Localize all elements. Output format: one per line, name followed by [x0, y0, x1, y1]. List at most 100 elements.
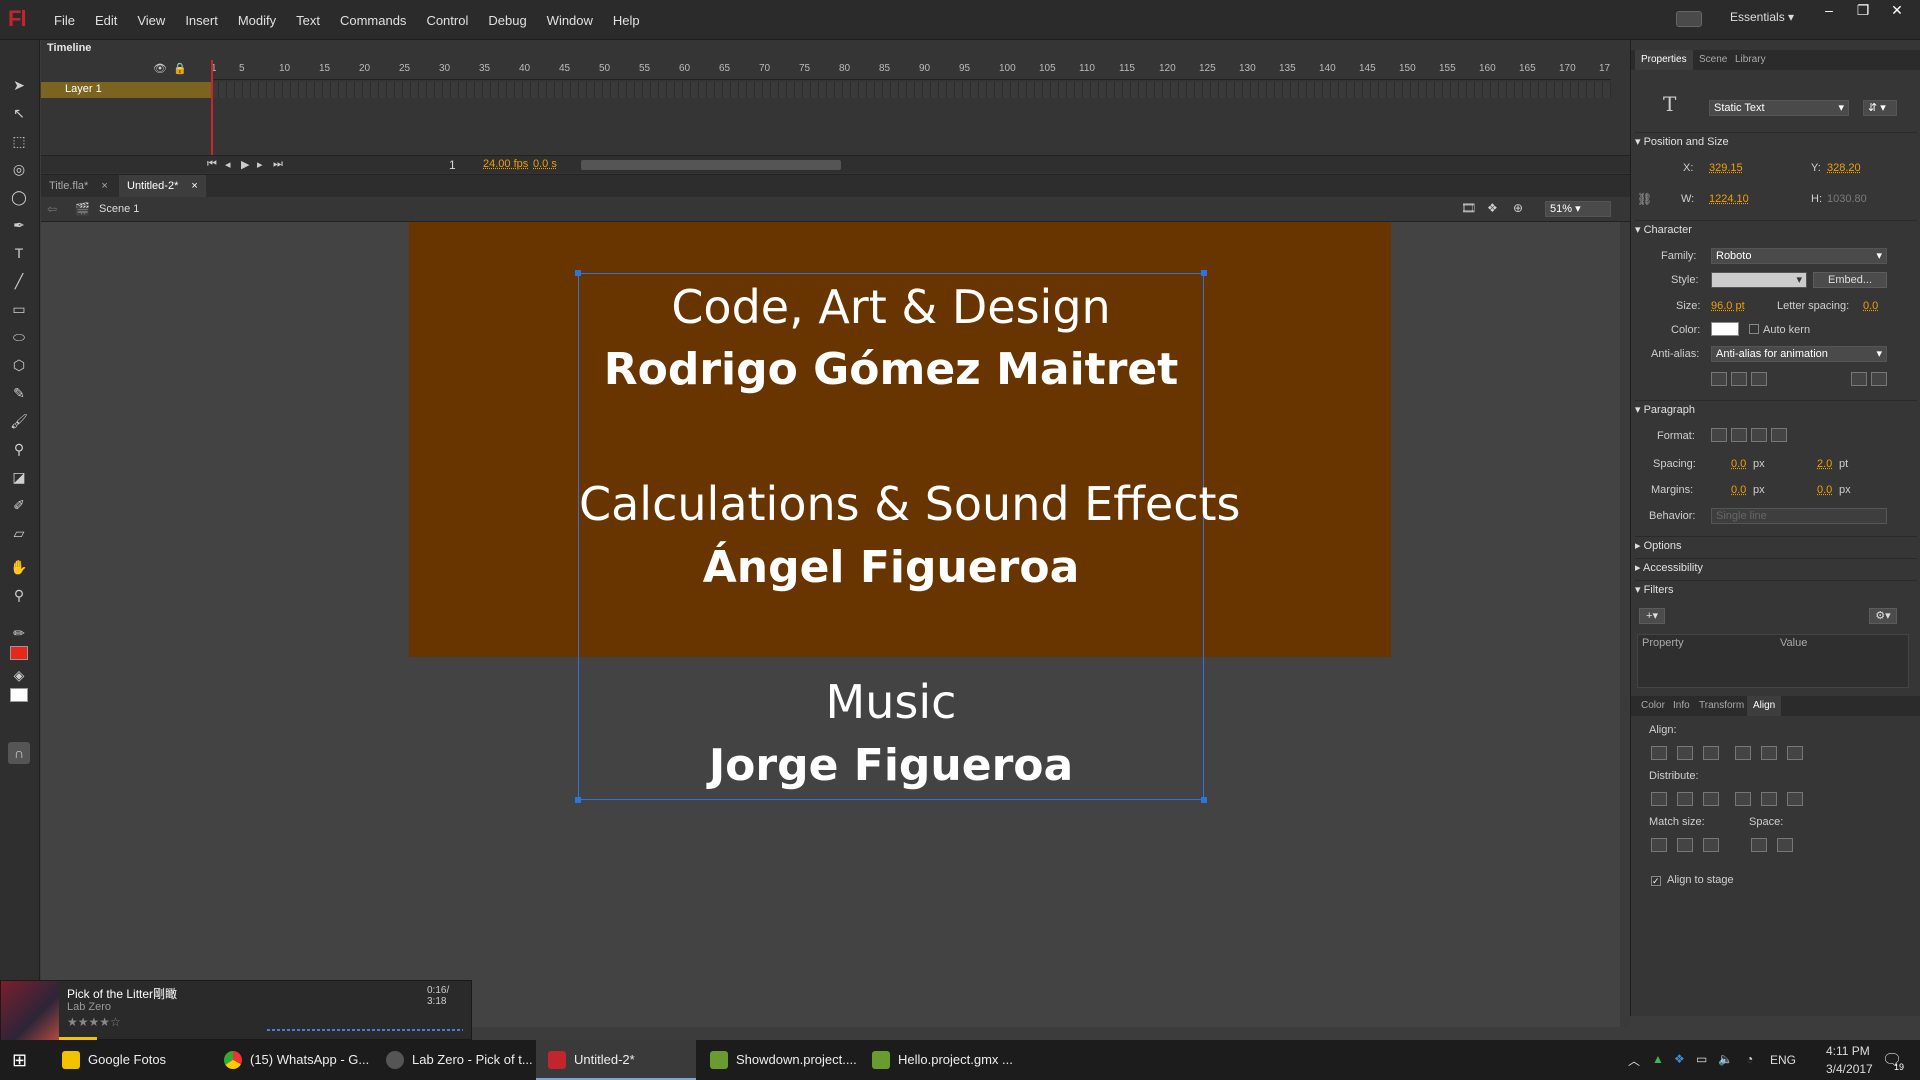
- distribute-left-icon[interactable]: [1735, 792, 1751, 806]
- task-showdown[interactable]: Showdown.project....: [698, 1040, 858, 1080]
- text-orientation-select[interactable]: ⇵ ▾: [1863, 100, 1897, 116]
- rating-stars[interactable]: ★★★★☆: [67, 1015, 121, 1029]
- resize-handle[interactable]: [1201, 797, 1207, 803]
- free-transform-icon[interactable]: ⬚: [8, 130, 30, 152]
- distribute-top-icon[interactable]: [1651, 792, 1667, 806]
- rewind-icon[interactable]: ⏮: [207, 158, 217, 171]
- scene-label[interactable]: Scene 1: [99, 203, 139, 215]
- layer-row[interactable]: Layer 1: [41, 82, 211, 98]
- bone-tool-icon[interactable]: ⚲: [8, 438, 30, 460]
- end-icon[interactable]: ⏭: [273, 158, 283, 171]
- zoom-select[interactable]: 51% ▾: [1545, 201, 1611, 217]
- size-value[interactable]: 96.0 pt: [1711, 300, 1745, 312]
- align-center-icon[interactable]: [1731, 428, 1747, 442]
- menu-file[interactable]: File: [44, 13, 85, 28]
- task-hello[interactable]: Hello.project.gmx ...: [860, 1040, 1020, 1080]
- tab-properties[interactable]: Properties: [1635, 50, 1693, 70]
- match-both-icon[interactable]: [1703, 838, 1719, 852]
- center-stage-icon[interactable]: ⊕: [1513, 201, 1523, 215]
- windows-start-icon[interactable]: ⊞: [12, 1050, 27, 1071]
- timeline-hscroll[interactable]: [581, 160, 841, 170]
- eye-icon[interactable]: 👁: [153, 62, 167, 75]
- menu-debug[interactable]: Debug: [478, 13, 536, 28]
- menu-help[interactable]: Help: [603, 13, 650, 28]
- align-right-icon[interactable]: [1751, 428, 1767, 442]
- stroke-color-icon[interactable]: ✏: [8, 622, 30, 644]
- distribute-bottom-icon[interactable]: [1703, 792, 1719, 806]
- snap-magnet-icon[interactable]: ∩: [8, 742, 30, 764]
- menu-insert[interactable]: Insert: [175, 13, 228, 28]
- letter-spacing-value[interactable]: 0.0: [1863, 300, 1878, 312]
- oval-tool-icon[interactable]: ⬭: [8, 326, 30, 348]
- track-progress-bar[interactable]: [267, 1029, 463, 1031]
- render-html-icon[interactable]: [1731, 372, 1747, 386]
- subselection-tool-icon[interactable]: ↖: [8, 102, 30, 124]
- tab-library[interactable]: Library: [1729, 50, 1772, 70]
- selection-tool-icon[interactable]: ➤: [8, 74, 30, 96]
- resize-handle[interactable]: [575, 797, 581, 803]
- align-left-edge-icon[interactable]: [1651, 746, 1667, 760]
- workspace-switcher[interactable]: Essentials ▾: [1730, 10, 1794, 24]
- align-horizontal-center-icon[interactable]: [1677, 746, 1693, 760]
- timeline-tab[interactable]: Timeline: [47, 42, 91, 54]
- lock-icon[interactable]: 🔒: [173, 62, 187, 75]
- tab-info[interactable]: Info: [1667, 696, 1696, 716]
- input-language[interactable]: ENG: [1770, 1053, 1796, 1067]
- clock-time[interactable]: 4:11 PM: [1826, 1044, 1870, 1058]
- autokern-checkbox[interactable]: [1749, 324, 1759, 334]
- menu-window[interactable]: Window: [537, 13, 603, 28]
- x-value[interactable]: 329.15: [1709, 162, 1743, 174]
- align-top-edge-icon[interactable]: [1735, 746, 1751, 760]
- menu-edit[interactable]: Edit: [85, 13, 127, 28]
- menu-view[interactable]: View: [127, 13, 175, 28]
- selectable-icon[interactable]: [1711, 372, 1727, 386]
- minimize-icon[interactable]: –: [1812, 0, 1846, 22]
- step-forward-icon[interactable]: ▸: [257, 158, 263, 171]
- eyedropper-icon[interactable]: ✐: [8, 494, 30, 516]
- task-whatsapp[interactable]: (15) WhatsApp - G...: [212, 1040, 372, 1080]
- menu-text[interactable]: Text: [286, 13, 330, 28]
- text-type-select[interactable]: Static Text ▾: [1709, 100, 1849, 116]
- resize-handle[interactable]: [1201, 270, 1207, 276]
- doc-tab-untitled[interactable]: Untitled-2* ×: [119, 175, 206, 197]
- stroke-color-swatch[interactable]: [10, 646, 28, 660]
- task-google-fotos[interactable]: Google Fotos: [50, 1040, 210, 1080]
- task-untitled-2[interactable]: Untitled-2*: [536, 1040, 696, 1080]
- section-filters[interactable]: ▾ Filters: [1635, 580, 1917, 598]
- justify-icon[interactable]: [1771, 428, 1787, 442]
- current-frame[interactable]: 1: [449, 158, 456, 172]
- font-family-select[interactable]: Roboto ▾: [1711, 248, 1887, 264]
- link-icon[interactable]: ⛓: [1637, 192, 1652, 206]
- tray-chevron-icon[interactable]: ︿: [1628, 1052, 1640, 1069]
- edit-scene-icon[interactable]: 🎞: [1461, 201, 1476, 215]
- frame-ruler[interactable]: 1 5 10 15 20 25 30 35 40 45 50 55 60 65 70 75 80 85 90 95 10…: [211, 60, 1611, 80]
- battery-icon[interactable]: ▭: [1696, 1052, 1707, 1066]
- step-back-icon[interactable]: ◂: [225, 158, 231, 171]
- close-icon[interactable]: ✕: [1880, 0, 1914, 22]
- fill-color-swatch[interactable]: [10, 688, 28, 702]
- space-horizontal-icon[interactable]: [1777, 838, 1793, 852]
- align-to-stage-checkbox[interactable]: ✓: [1651, 876, 1661, 886]
- text-tool-icon[interactable]: T: [8, 242, 30, 264]
- frame-cells[interactable]: [211, 82, 1611, 98]
- play-icon[interactable]: ▶: [241, 158, 249, 171]
- section-character[interactable]: ▾ Character: [1635, 220, 1917, 238]
- border-icon[interactable]: [1751, 372, 1767, 386]
- 3d-rotation-icon[interactable]: ◎: [8, 158, 30, 180]
- fill-color-icon[interactable]: ◈: [8, 664, 30, 686]
- menu-commands[interactable]: Commands: [330, 13, 416, 28]
- music-player-widget[interactable]: Pick of the Litter剛瞰 Lab Zero 0:16/ 3:18…: [0, 980, 472, 1041]
- pencil-tool-icon[interactable]: ✎: [8, 382, 30, 404]
- indent-value[interactable]: 0.0: [1731, 458, 1746, 470]
- back-arrow-icon[interactable]: ⇦: [47, 202, 57, 216]
- fps-value[interactable]: 24.00 fps: [483, 158, 528, 170]
- edit-symbol-icon[interactable]: ❖: [1487, 201, 1498, 215]
- tab-color[interactable]: Color: [1635, 696, 1671, 716]
- doc-tab-title[interactable]: Title.fla* ×: [41, 175, 116, 197]
- pen-tool-icon[interactable]: ✒: [8, 214, 30, 236]
- section-options[interactable]: ▸ Options: [1635, 536, 1917, 554]
- paint-bucket-icon[interactable]: ◪: [8, 466, 30, 488]
- dropbox-icon[interactable]: ❖: [1674, 1052, 1685, 1066]
- menu-modify[interactable]: Modify: [228, 13, 286, 28]
- stage-vscroll[interactable]: [1620, 222, 1630, 1027]
